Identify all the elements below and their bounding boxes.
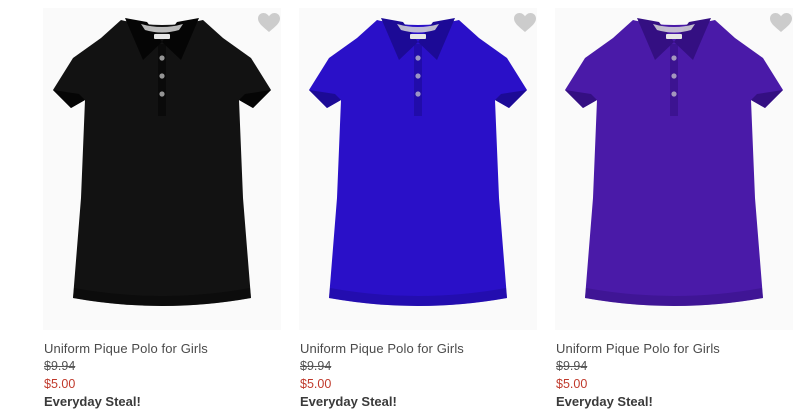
- promo-badge: Everyday Steal!: [44, 394, 141, 409]
- product-card[interactable]: Uniform Pique Polo for Girls $9.94 $5.00…: [43, 0, 281, 417]
- product-image[interactable]: [43, 8, 281, 330]
- product-title[interactable]: Uniform Pique Polo for Girls: [556, 341, 720, 356]
- product-card[interactable]: Uniform Pique Polo for Girls $9.94 $5.00…: [555, 0, 793, 417]
- product-grid: Uniform Pique Polo for Girls $9.94 $5.00…: [0, 0, 805, 417]
- heart-icon[interactable]: [769, 12, 793, 34]
- heart-icon[interactable]: [257, 12, 281, 34]
- original-price: $9.94: [300, 359, 332, 373]
- polo-shirt-image: [53, 18, 271, 306]
- product-card[interactable]: Uniform Pique Polo for Girls $9.94 $5.00…: [299, 0, 537, 417]
- original-price: $9.94: [556, 359, 588, 373]
- sale-price: $5.00: [300, 377, 332, 391]
- polo-shirt-image: [309, 18, 527, 306]
- product-title[interactable]: Uniform Pique Polo for Girls: [44, 341, 208, 356]
- polo-shirt-image: [565, 18, 783, 306]
- promo-badge: Everyday Steal!: [556, 394, 653, 409]
- original-price: $9.94: [44, 359, 76, 373]
- product-title[interactable]: Uniform Pique Polo for Girls: [300, 341, 464, 356]
- product-image[interactable]: [299, 8, 537, 330]
- promo-badge: Everyday Steal!: [300, 394, 397, 409]
- heart-icon[interactable]: [513, 12, 537, 34]
- product-image[interactable]: [555, 8, 793, 330]
- sale-price: $5.00: [556, 377, 588, 391]
- sale-price: $5.00: [44, 377, 76, 391]
